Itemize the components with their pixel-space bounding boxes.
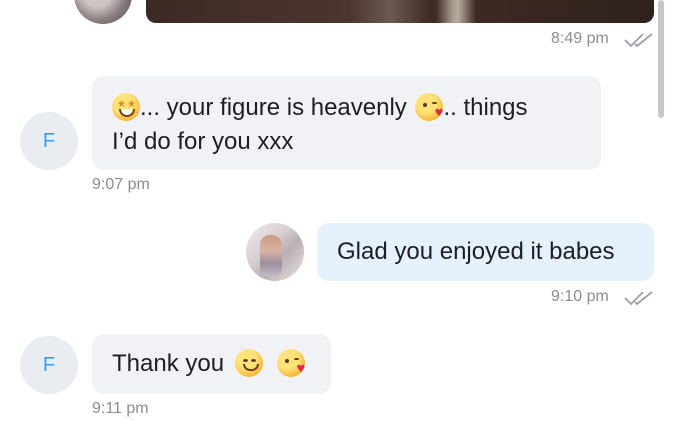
smiling-face-emoji xyxy=(234,349,263,377)
face-blowing-kiss-emoji: ♥ xyxy=(277,349,306,377)
message-timestamp: 8:49 pm xyxy=(551,30,609,47)
incoming-message-bubble[interactable]: ★ ★ ... your figure is heavenly ♥ .. thi… xyxy=(92,76,601,170)
message-text: Thank you xyxy=(112,350,225,377)
double-check-icon xyxy=(624,33,653,48)
sender-avatar[interactable] xyxy=(74,0,132,24)
message-text: I’d do for you xxx xyxy=(112,128,294,155)
star-struck-emoji: ★ ★ xyxy=(112,93,140,121)
message-timestamp: 9:10 pm xyxy=(551,288,609,305)
message-text: .. things xyxy=(443,94,528,121)
contact-avatar[interactable]: F xyxy=(20,336,78,394)
scrollbar-thumb[interactable] xyxy=(658,0,664,118)
incoming-message-bubble[interactable]: Thank you ♥ xyxy=(92,334,331,394)
message-text: ... your figure is heavenly xyxy=(140,94,407,121)
message-timestamp: 9:07 pm xyxy=(92,176,150,193)
avatar-initial: F xyxy=(42,129,56,152)
face-blowing-kiss-emoji: ♥ xyxy=(415,93,444,121)
chat-thread: 8:49 pm F ★ ★ ... your figure is heavenl… xyxy=(0,0,680,421)
own-avatar[interactable] xyxy=(246,223,304,281)
message-text: Glad you enjoyed it babes xyxy=(337,238,615,265)
message-timestamp: 9:11 pm xyxy=(92,400,149,417)
avatar-initial: F xyxy=(42,353,56,376)
media-message-image[interactable] xyxy=(146,0,654,23)
double-check-icon xyxy=(624,291,653,306)
outgoing-message-bubble[interactable]: Glad you enjoyed it babes xyxy=(317,223,654,281)
contact-avatar[interactable]: F xyxy=(20,112,78,170)
